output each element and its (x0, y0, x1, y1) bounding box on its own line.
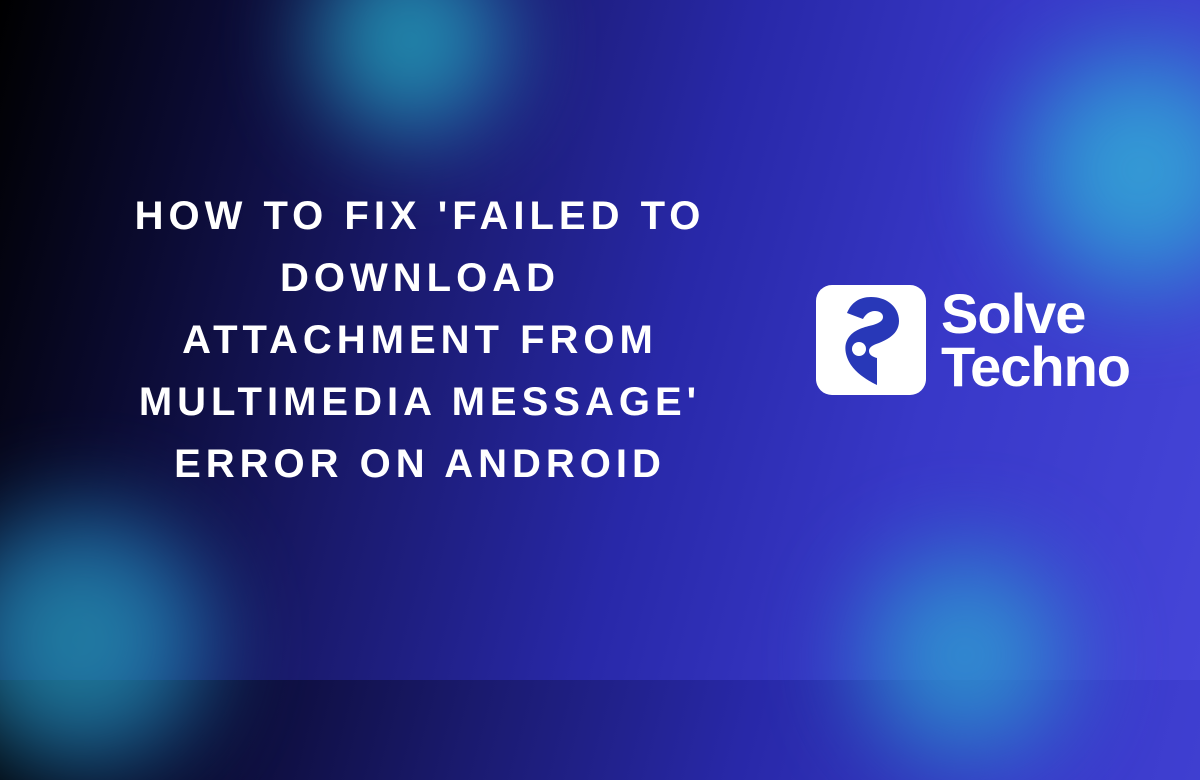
article-headline: HOW TO FIX 'FAILED TO DOWNLOAD ATTACHMEN… (130, 185, 710, 495)
brand-name-line1: Solve (941, 287, 1130, 340)
brand-logo: Solve Techno (816, 285, 1130, 395)
logo-text: Solve Techno (941, 287, 1130, 393)
main-content: HOW TO FIX 'FAILED TO DOWNLOAD ATTACHMEN… (0, 0, 1200, 680)
logo-icon (816, 285, 926, 395)
brand-name-line2: Techno (941, 340, 1130, 393)
